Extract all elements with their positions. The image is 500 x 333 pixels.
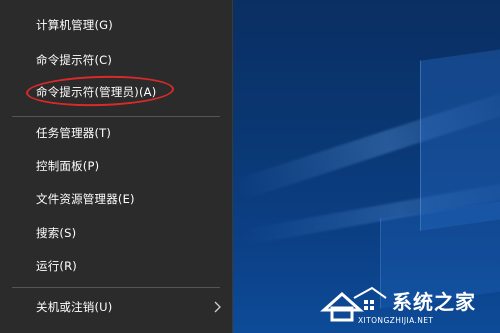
menu-item-label: 搜索(S) [36, 226, 77, 240]
menu-item-label: 运行(R) [36, 259, 77, 273]
menu-item-control-panel[interactable]: 控制面板(P) [0, 151, 232, 181]
watermark: 系统之家 XITONGZHIJIA.NET [318, 280, 500, 333]
start-context-menu: 计算机管理(G) 命令提示符(C) 命令提示符(管理员)(A) 任务管理器(T)… [0, 0, 233, 333]
menu-item-shutdown-signout[interactable]: 关机或注销(U) [0, 292, 232, 322]
screen: 计算机管理(G) 命令提示符(C) 命令提示符(管理员)(A) 任务管理器(T)… [0, 0, 500, 333]
menu-item-label: 关机或注销(U) [36, 300, 113, 314]
menu-item-label: 控制面板(P) [36, 159, 100, 173]
menu-separator [12, 116, 220, 117]
menu-item-search[interactable]: 搜索(S) [0, 218, 232, 248]
menu-separator [12, 287, 220, 288]
menu-item-computer-management[interactable]: 计算机管理(G) [0, 10, 232, 40]
menu-item-label: 计算机管理(G) [36, 18, 113, 32]
menu-item-command-prompt[interactable]: 命令提示符(C) [0, 45, 232, 75]
menu-item-label: 命令提示符(C) [36, 53, 113, 67]
menu-item-task-manager[interactable]: 任务管理器(T) [0, 118, 232, 148]
watermark-domain: XITONGZHIJIA.NET [358, 316, 434, 325]
menu-item-file-explorer[interactable]: 文件资源管理器(E) [0, 184, 232, 214]
menu-item-run[interactable]: 运行(R) [0, 251, 232, 281]
menu-item-label: 文件资源管理器(E) [36, 192, 135, 206]
watermark-brand: 系统之家 [392, 290, 476, 314]
chevron-right-icon [214, 301, 221, 313]
menu-item-label: 任务管理器(T) [36, 126, 112, 140]
